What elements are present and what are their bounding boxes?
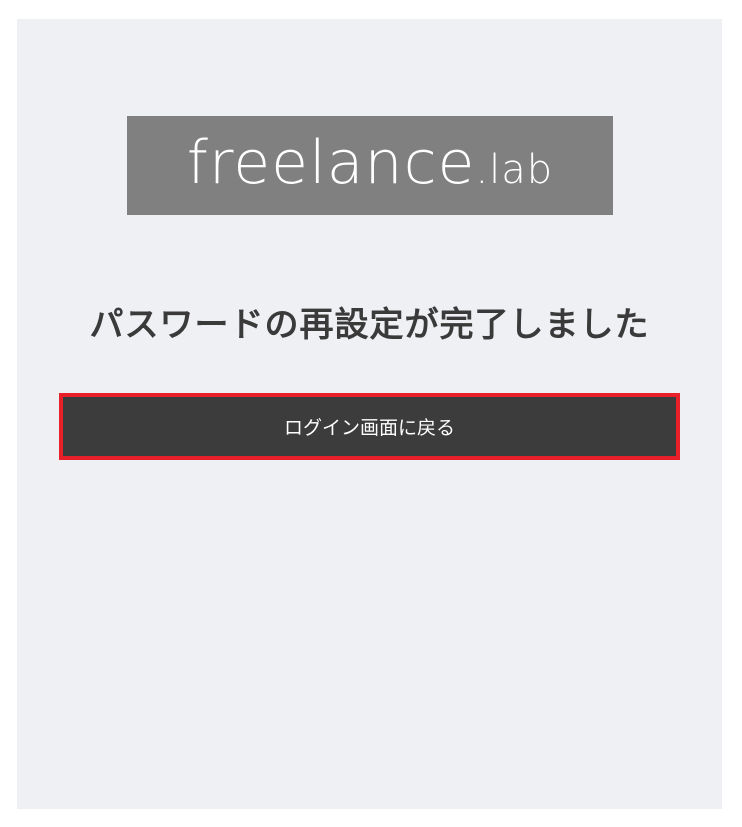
main-panel: freelance.lab パスワードの再設定が完了しました ログイン画面に戻る [17, 19, 722, 809]
freelance-lab-logo: freelance.lab [127, 116, 613, 215]
logo-sub-text: .lab [475, 146, 554, 193]
logo-text: freelance.lab [187, 133, 553, 193]
page-title: パスワードの再設定が完了しました [89, 305, 650, 345]
back-to-login-button[interactable]: ログイン画面に戻る [59, 393, 680, 460]
logo-main-text: freelance [186, 127, 476, 198]
